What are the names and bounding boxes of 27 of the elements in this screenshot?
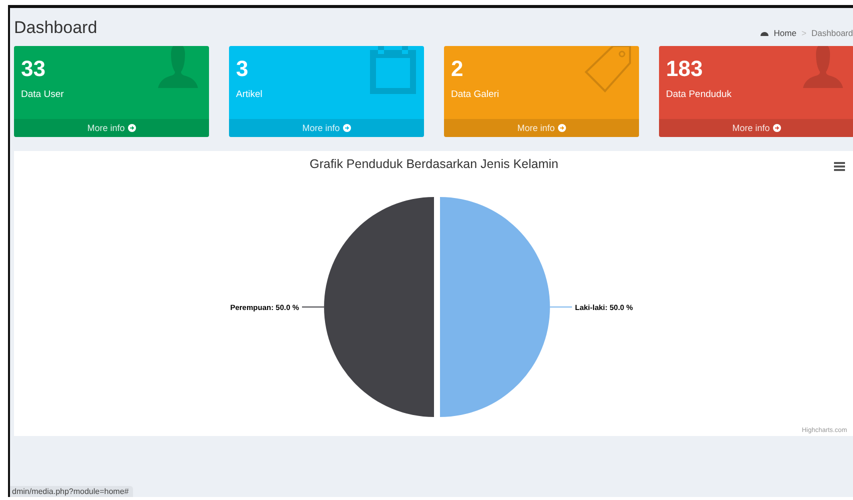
arrow-circle-icon xyxy=(558,124,566,132)
arrow-circle-icon xyxy=(342,124,351,132)
stat-count: 2 xyxy=(451,55,464,83)
breadcrumb-link[interactable]: Home xyxy=(774,28,796,38)
breadcrumb-separator: > xyxy=(801,28,806,38)
menu-icon[interactable] xyxy=(834,162,845,171)
stat-label: Data Penduduk xyxy=(666,89,732,100)
page-title: Dashboard xyxy=(14,17,98,38)
stat-count: 33 xyxy=(21,55,46,83)
leader-line xyxy=(550,306,572,308)
tag-icon xyxy=(583,46,633,94)
dashboard-icon xyxy=(760,29,769,37)
calendar-icon xyxy=(368,46,418,94)
stat-count: 3 xyxy=(236,55,248,83)
more-info-link[interactable]: More info xyxy=(444,119,639,137)
arrow-circle-icon xyxy=(772,124,781,132)
stat-label: Artikel xyxy=(236,89,262,100)
stat-count: 183 xyxy=(666,55,703,83)
leader-line xyxy=(302,306,324,308)
more-info-link[interactable]: More info xyxy=(659,119,853,137)
stat-label: Data Galeri xyxy=(451,89,500,100)
chart-title: Grafik Penduduk Berdasarkan Jenis Kelamin xyxy=(310,157,558,171)
more-info-link[interactable]: More info xyxy=(14,119,209,137)
stat-label: Data User xyxy=(21,89,64,100)
status-url: dmin/media.php?module=home# xyxy=(10,486,133,497)
more-info-link[interactable]: More info xyxy=(229,119,424,137)
arrow-circle-icon xyxy=(128,124,136,132)
